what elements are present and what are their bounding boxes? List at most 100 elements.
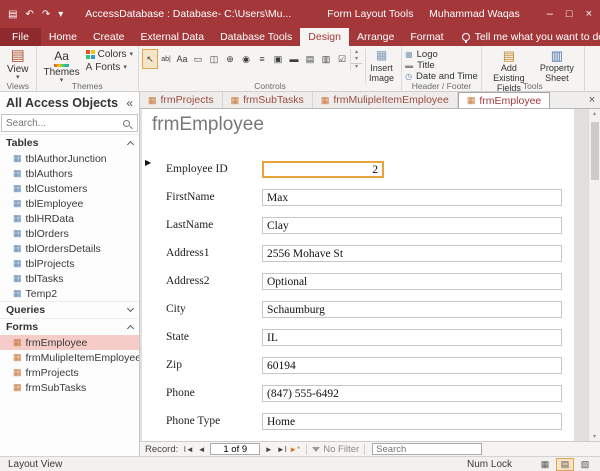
doc-tab-frmsubtasks[interactable]: ▦frmSubTasks xyxy=(223,92,313,108)
field-input-employee-id[interactable]: 2 xyxy=(262,161,384,178)
field-label[interactable]: Employee ID xyxy=(166,163,228,175)
field-label[interactable]: FirstName xyxy=(166,191,215,203)
ribbon-tab-file[interactable]: File xyxy=(0,28,41,46)
control-label-icon[interactable]: Aa xyxy=(174,49,190,69)
account-user-name[interactable]: Muhammad Waqas xyxy=(429,8,520,20)
doc-tab-frmmulipleitememployee[interactable]: ▦frmMulipleItemEmployee xyxy=(313,92,458,108)
vertical-scrollbar[interactable]: ▴ ▾ xyxy=(588,109,600,441)
search-input[interactable] xyxy=(2,118,123,129)
record-position-input[interactable] xyxy=(210,443,260,455)
nav-item-frmemployee[interactable]: ▦frmEmployee xyxy=(0,335,139,350)
scrollbar-thumb[interactable] xyxy=(591,122,599,180)
insert-image-button[interactable]: ▦ Insert Image xyxy=(365,49,397,83)
field-label[interactable]: LastName xyxy=(166,219,213,231)
field-label[interactable]: Zip xyxy=(166,359,182,371)
qat-customize-icon[interactable]: ▾ xyxy=(58,9,63,20)
ribbon-tab-home[interactable]: Home xyxy=(41,28,85,46)
doc-tab-frmprojects[interactable]: ▦frmProjects xyxy=(140,92,223,108)
logo-button[interactable]: ▦ Logo xyxy=(405,49,478,59)
scroll-up-icon[interactable]: ▴ xyxy=(593,110,596,117)
previous-record-icon[interactable]: ◄ xyxy=(195,445,208,454)
field-input[interactable]: Home xyxy=(262,413,562,430)
fonts-button[interactable]: A Fonts ▾ xyxy=(84,62,135,73)
field-input[interactable]: Max xyxy=(262,189,562,206)
themes-button[interactable]: Aa Themes ▾ xyxy=(40,47,84,84)
nav-item-frmprojects[interactable]: ▦frmProjects xyxy=(0,365,139,380)
field-input[interactable]: Clay xyxy=(262,217,562,234)
scroll-down-icon[interactable]: ▾ xyxy=(593,433,596,440)
ribbon-tab-format[interactable]: Format xyxy=(402,28,451,46)
field-label[interactable]: Phone Type xyxy=(166,415,220,427)
ribbon-tab-create[interactable]: Create xyxy=(85,28,133,46)
new-record-icon[interactable]: ►* xyxy=(288,445,301,454)
control-button-icon[interactable]: ▭ xyxy=(190,49,206,69)
gallery-more-icon[interactable]: ▾ xyxy=(351,63,362,70)
field-input[interactable]: 60194 xyxy=(262,357,562,374)
last-record-icon[interactable]: ►Ι xyxy=(275,445,288,454)
control-select-icon[interactable]: ↖ xyxy=(142,49,158,69)
control-check-box-icon[interactable]: ☑ xyxy=(334,49,350,69)
control-list-box-icon[interactable]: ▥ xyxy=(318,49,334,69)
record-search-input[interactable] xyxy=(372,443,482,455)
control-option-group-icon[interactable]: ▣ xyxy=(270,49,286,69)
property-sheet-button[interactable]: ▥ Property Sheet xyxy=(533,47,581,84)
first-record-icon[interactable]: Ι◄ xyxy=(182,445,195,454)
layout-view-button[interactable]: ▤ xyxy=(556,458,574,471)
date-time-button[interactable]: ◷ Date and Time xyxy=(405,71,478,81)
form-view-button[interactable]: ▦ xyxy=(536,458,554,471)
control-tab-control-icon[interactable]: ◫ xyxy=(206,49,222,69)
gallery-scroll-down-icon[interactable]: ▾ xyxy=(351,56,362,63)
field-label[interactable]: City xyxy=(166,303,186,315)
form-title[interactable]: frmEmployee xyxy=(152,114,264,136)
nav-item-tblhrdata[interactable]: ▦tblHRData xyxy=(0,211,139,226)
tell-me-box[interactable]: Tell me what you want to do xyxy=(462,28,600,46)
field-label[interactable]: Address2 xyxy=(166,275,209,287)
doc-tab-frmemployee[interactable]: ▦frmEmployee xyxy=(458,92,550,108)
field-label[interactable]: State xyxy=(166,331,189,343)
maximize-icon[interactable]: □ xyxy=(566,8,573,20)
nav-item-temp2[interactable]: ▦Temp2 xyxy=(0,286,139,301)
field-input[interactable]: Optional xyxy=(262,273,562,290)
control-navigation-icon[interactable]: ≡ xyxy=(254,49,270,69)
undo-icon[interactable]: ↶ xyxy=(25,9,33,20)
title-button[interactable]: ▬ Title xyxy=(405,60,478,70)
control-web-browser-icon[interactable]: ◉ xyxy=(238,49,254,69)
section-queries[interactable]: Queries xyxy=(0,301,139,318)
ribbon-tab-design[interactable]: Design xyxy=(300,28,349,46)
field-input[interactable]: 2556 Mohave St xyxy=(262,245,562,262)
field-input[interactable]: IL xyxy=(262,329,562,346)
control-combo-box-icon[interactable]: ▤ xyxy=(302,49,318,69)
section-forms[interactable]: Forms xyxy=(0,318,139,335)
nav-item-tblcustomers[interactable]: ▦tblCustomers xyxy=(0,181,139,196)
nav-item-frmsubtasks[interactable]: ▦frmSubTasks xyxy=(0,380,139,395)
ribbon-tab-external-data[interactable]: External Data xyxy=(132,28,212,46)
nav-item-frmmulipleitememployee[interactable]: ▦frmMulipleItemEmployee xyxy=(0,350,139,365)
field-label[interactable]: Phone xyxy=(166,387,195,399)
ribbon-tab-database-tools[interactable]: Database Tools xyxy=(212,28,300,46)
save-icon[interactable]: ▤ xyxy=(8,9,17,20)
nav-item-tblauthorjunction[interactable]: ▦tblAuthorJunction xyxy=(0,151,139,166)
close-icon[interactable]: × xyxy=(586,8,592,20)
nav-item-tblordersdetails[interactable]: ▦tblOrdersDetails xyxy=(0,241,139,256)
view-button[interactable]: ▤ View ▾ xyxy=(3,47,33,81)
gallery-scroll-up-icon[interactable]: ▴ xyxy=(351,49,362,56)
field-input[interactable]: (847) 555-6492 xyxy=(262,385,562,402)
section-tables[interactable]: Tables xyxy=(0,134,139,151)
redo-icon[interactable]: ↷ xyxy=(42,9,50,20)
minimize-icon[interactable]: – xyxy=(547,8,553,20)
next-record-icon[interactable]: ► xyxy=(262,445,275,454)
field-label[interactable]: Address1 xyxy=(166,247,209,259)
control-hyperlink-icon[interactable]: ⊕ xyxy=(222,49,238,69)
control-text-box-icon[interactable]: ab| xyxy=(158,49,174,69)
nav-item-tblemployee[interactable]: ▦tblEmployee xyxy=(0,196,139,211)
nav-item-tblprojects[interactable]: ▦tblProjects xyxy=(0,256,139,271)
nav-item-tblorders[interactable]: ▦tblOrders xyxy=(0,226,139,241)
control-page-break-icon[interactable]: ▬ xyxy=(286,49,302,69)
colors-button[interactable]: Colors ▾ xyxy=(84,49,135,60)
nav-pane-title[interactable]: All Access Objects xyxy=(6,96,118,110)
filter-status[interactable]: No Filter xyxy=(323,444,359,455)
close-object-icon[interactable]: × xyxy=(584,92,600,108)
shutter-bar-icon[interactable]: « xyxy=(126,96,133,110)
ribbon-tab-arrange[interactable]: Arrange xyxy=(349,28,402,46)
nav-item-tblauthors[interactable]: ▦tblAuthors xyxy=(0,166,139,181)
